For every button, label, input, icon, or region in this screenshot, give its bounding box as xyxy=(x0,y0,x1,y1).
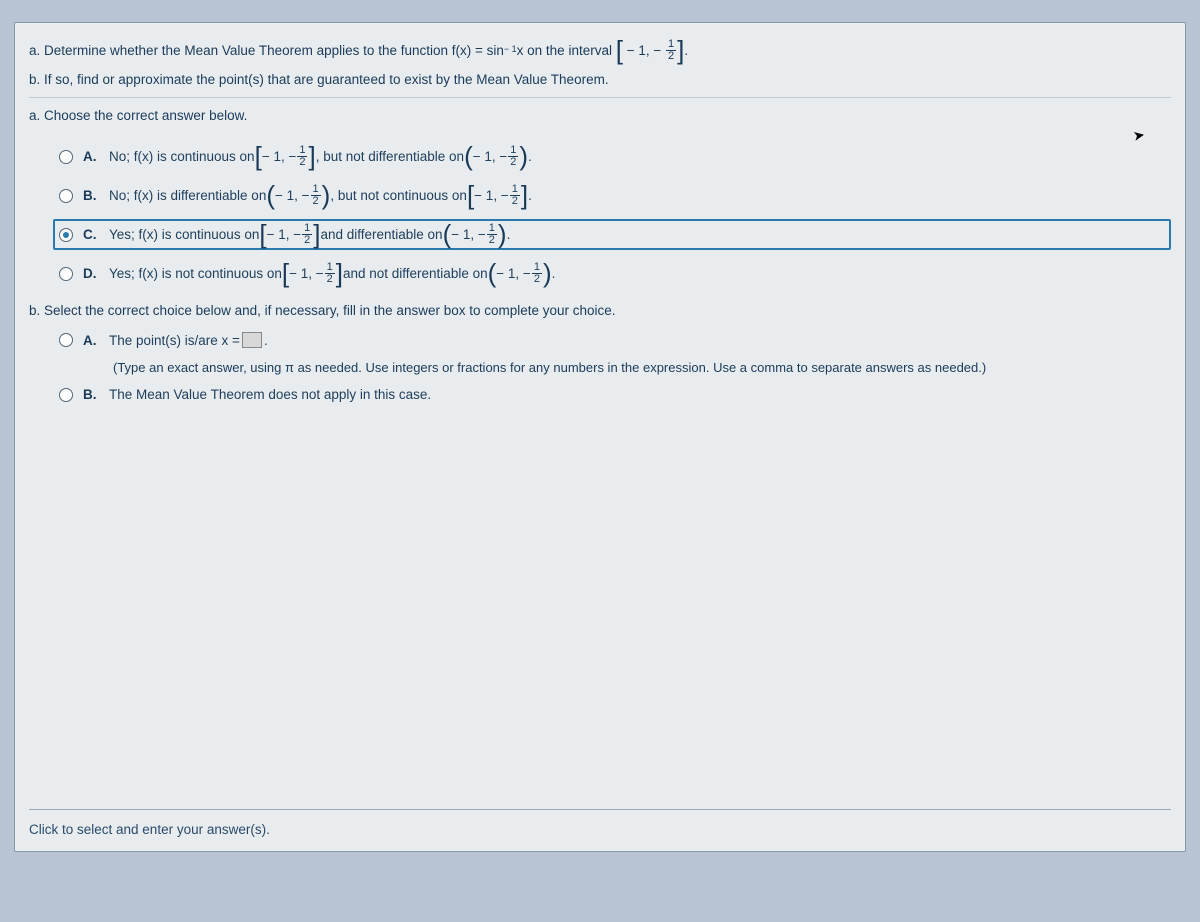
option-label: A. xyxy=(83,333,101,348)
option-b-b[interactable]: B. The Mean Value Theorem does not apply… xyxy=(53,383,1171,406)
option-label: B. xyxy=(83,387,101,402)
text: − 1, − xyxy=(473,149,508,164)
fraction: 12 xyxy=(487,223,497,246)
option-label: A. xyxy=(83,149,101,164)
text: a. Choose the correct answer below. xyxy=(29,108,247,123)
text: . xyxy=(507,227,511,242)
fraction: 12 xyxy=(302,223,312,246)
text: b. If so, find or approximate the point(… xyxy=(29,72,609,87)
text: . xyxy=(528,188,532,203)
text: − 1, − xyxy=(474,188,509,203)
text: . xyxy=(552,266,556,281)
radio-c[interactable] xyxy=(59,228,73,242)
answer-input[interactable] xyxy=(242,332,262,348)
text: Yes; f(x) is not continuous on xyxy=(109,266,282,281)
option-label: D. xyxy=(83,266,101,281)
text: The Mean Value Theorem does not apply in… xyxy=(109,387,431,402)
text: . xyxy=(684,43,688,58)
part-b-options: A. The point(s) is/are x = . (Type an ex… xyxy=(53,328,1171,406)
option-d[interactable]: D. Yes; f(x) is not continuous on [ − 1,… xyxy=(53,258,1171,289)
problem-line-a: a. Determine whether the Mean Value Theo… xyxy=(29,39,1171,62)
problem-line-b: b. If so, find or approximate the point(… xyxy=(29,72,1171,87)
option-b-a[interactable]: A. The point(s) is/are x = . xyxy=(53,328,1171,352)
fraction: 12 xyxy=(532,262,542,285)
exponent: − 1 xyxy=(504,44,517,54)
text: No; f(x) is differentiable on xyxy=(109,188,266,203)
text: − 1, − xyxy=(623,43,665,58)
text: b. Select the correct choice below and, … xyxy=(29,303,616,318)
text: . xyxy=(264,333,268,348)
part-a-prompt: a. Choose the correct answer below. xyxy=(29,108,1171,123)
fraction: 12 xyxy=(311,184,321,207)
text: − 1, − xyxy=(289,266,324,281)
text: . xyxy=(528,149,532,164)
fraction: 12 xyxy=(508,145,518,168)
text: No; f(x) is continuous on xyxy=(109,149,255,164)
fraction: 1 2 xyxy=(666,39,676,62)
text: , but not differentiable on xyxy=(316,149,464,164)
text: − 1, − xyxy=(267,227,302,242)
text: a. Determine whether the Mean Value Theo… xyxy=(29,43,504,58)
radio-d[interactable] xyxy=(59,267,73,281)
text: − 1, − xyxy=(275,188,310,203)
option-c[interactable]: C. Yes; f(x) is continuous on [ − 1, − 1… xyxy=(53,219,1171,250)
option-label: B. xyxy=(83,188,101,203)
footer-instruction: Click to select and enter your answer(s)… xyxy=(29,809,1171,837)
radio-a[interactable] xyxy=(59,150,73,164)
fraction: 12 xyxy=(297,145,307,168)
radio-b[interactable] xyxy=(59,189,73,203)
part-b-prompt: b. Select the correct choice below and, … xyxy=(29,303,1171,318)
answer-hint: (Type an exact answer, using π as needed… xyxy=(113,360,1171,375)
fraction: 12 xyxy=(325,262,335,285)
divider xyxy=(29,97,1171,98)
footer-text: Click to select and enter your answer(s)… xyxy=(29,822,270,837)
text: − 1, − xyxy=(262,149,297,164)
radio-b-a[interactable] xyxy=(59,333,73,347)
radio-b-b[interactable] xyxy=(59,388,73,402)
text: The point(s) is/are x = xyxy=(109,333,240,348)
text: x on the interval xyxy=(517,43,616,58)
option-label: C. xyxy=(83,227,101,242)
text: and not differentiable on xyxy=(343,266,488,281)
text: and differentiable on xyxy=(320,227,442,242)
text: − 1, − xyxy=(496,266,531,281)
text: − 1, − xyxy=(451,227,486,242)
question-panel: a. Determine whether the Mean Value Theo… xyxy=(14,22,1186,852)
part-a-options: A. No; f(x) is continuous on [ − 1, − 12… xyxy=(53,141,1171,289)
option-a[interactable]: A. No; f(x) is continuous on [ − 1, − 12… xyxy=(53,141,1171,172)
text: Yes; f(x) is continuous on xyxy=(109,227,259,242)
cursor-icon: ➤ xyxy=(1132,126,1147,145)
fraction: 12 xyxy=(510,184,520,207)
text: , but not continuous on xyxy=(330,188,467,203)
option-b[interactable]: B. No; f(x) is differentiable on ( − 1, … xyxy=(53,180,1171,211)
